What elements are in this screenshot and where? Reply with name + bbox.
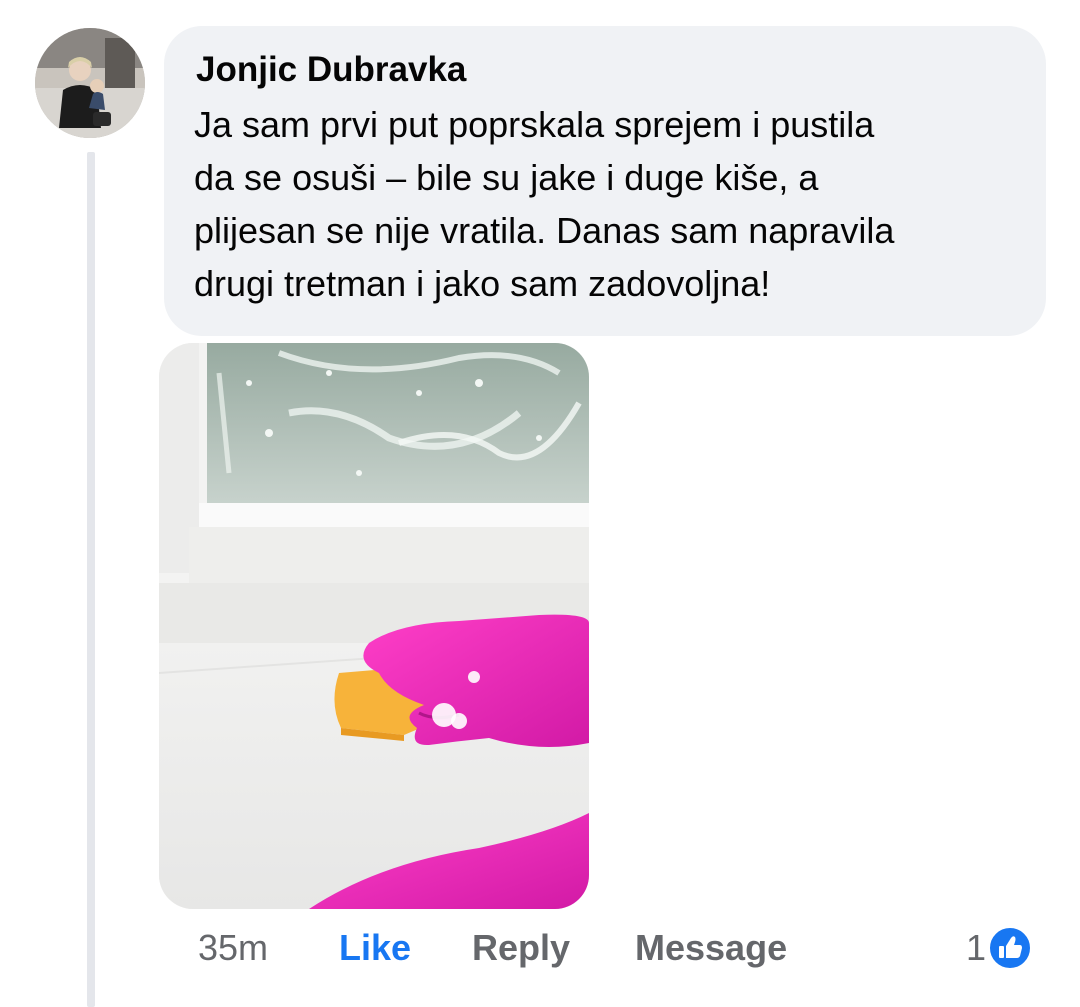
- comment-text-line: Ja sam prvi put poprskala sprejem i pust…: [194, 104, 875, 145]
- reaction-count: 1: [966, 927, 987, 968]
- comment-bubble: Jonjic Dubravka Ja sam prvi put poprskal…: [164, 26, 1046, 336]
- comment-text-line: plijesan se nije vratila. Danas sam napr…: [194, 210, 895, 251]
- comment-text-line: drugi tretman i jako sam zadovoljna!: [194, 263, 771, 304]
- comment-attached-image[interactable]: [159, 343, 589, 909]
- comment-text-line: da se osuši – bile su jake i duge kiše, …: [194, 157, 819, 198]
- cleaning-photo: [159, 343, 589, 909]
- author-avatar[interactable]: [35, 28, 145, 138]
- comment-timestamp[interactable]: 35m: [198, 923, 268, 973]
- comment-author-name[interactable]: Jonjic Dubravka: [196, 50, 1014, 90]
- comment-body: Ja sam prvi put poprskala sprejem i pust…: [194, 98, 1014, 310]
- message-button[interactable]: Message: [635, 923, 787, 973]
- thread-connector-line: [87, 152, 95, 1007]
- comment-actions-bar: 35m Like Reply Message 1: [0, 923, 1080, 973]
- avatar-photo: [35, 28, 145, 138]
- like-button[interactable]: Like: [339, 923, 411, 973]
- reaction-summary[interactable]: 1: [966, 923, 1033, 973]
- reply-button[interactable]: Reply: [472, 923, 570, 973]
- comment-thread: Jonjic Dubravka Ja sam prvi put poprskal…: [0, 0, 1080, 1007]
- like-thumbs-up-icon: [988, 926, 1033, 970]
